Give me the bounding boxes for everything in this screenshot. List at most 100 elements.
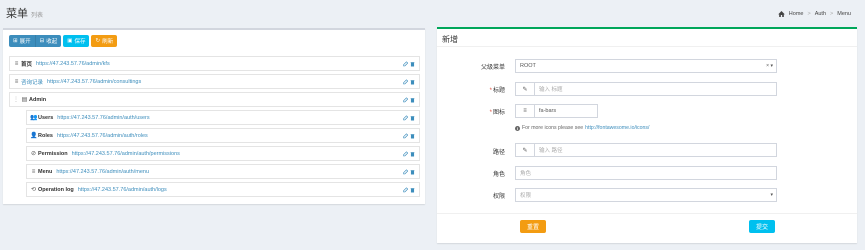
trash-icon[interactable]	[410, 133, 415, 139]
path-label: 路径	[492, 150, 505, 156]
path-placeholder: 输入 路径	[539, 148, 563, 154]
tree-item-uri[interactable]: https://47.243.57.76/admin/kfs	[36, 61, 110, 67]
users-icon: 👥	[30, 115, 38, 121]
save-label: 保存	[74, 39, 86, 45]
edit-icon[interactable]	[403, 79, 408, 85]
save-button[interactable]: ▣ 保存	[63, 35, 90, 47]
page-title-text: 菜单	[6, 8, 28, 20]
tree-item-roles[interactable]: 👤 Roles https://47.243.57.76/admin/auth/…	[26, 128, 420, 143]
bars-icon: ≡	[31, 168, 36, 175]
permission-label: 权限	[492, 194, 505, 200]
title-label-text: 标题	[492, 88, 505, 94]
tree-item-actions	[403, 151, 415, 157]
drag-handle-icon[interactable]: ⋮	[13, 96, 19, 103]
tree-item-actions	[403, 115, 415, 121]
tree-item-uri[interactable]: https://47.243.57.76/admin/auth/roles	[57, 133, 148, 139]
edit-icon[interactable]	[403, 133, 408, 139]
bars-icon: ≡	[14, 60, 19, 67]
path-input[interactable]: ✎ 输入 路径	[515, 143, 777, 157]
title-placeholder: 输入 标题	[539, 87, 563, 93]
parent-select-value: ROOT	[520, 63, 536, 69]
tree-item-menu[interactable]: ≡ Menu https://47.243.57.76/admin/auth/m…	[26, 164, 420, 179]
refresh-icon: ↻	[95, 38, 101, 44]
icon-input[interactable]: ≡ fa-bars	[515, 104, 598, 118]
breadcrumb-menu: Menu	[837, 11, 851, 17]
trash-icon[interactable]	[410, 169, 415, 175]
trash-icon[interactable]	[410, 61, 415, 67]
tree-item-admin[interactable]: ⋮ ▤ Admin	[9, 92, 420, 107]
expand-collapse-group: ⊞ 展开 ⊟ 收起	[9, 35, 62, 47]
help-text: For more icons please see	[522, 125, 584, 131]
required-mark: *	[489, 88, 492, 94]
tree-item-uri[interactable]: https://47.243.57.76/admin/consultings	[47, 79, 141, 85]
clear-caret-icon[interactable]: × ▾	[766, 63, 773, 69]
edit-icon[interactable]	[403, 151, 408, 157]
history-icon: ⟲	[30, 187, 37, 193]
edit-icon[interactable]	[403, 61, 408, 67]
tree-item-actions	[403, 169, 415, 175]
expand-label: 展开	[19, 39, 31, 45]
title-input[interactable]: ✎ 输入 标题	[515, 82, 777, 96]
trash-icon[interactable]	[410, 187, 415, 193]
breadcrumb-home[interactable]: Home	[789, 11, 804, 17]
expand-button[interactable]: ⊞ 展开	[9, 35, 35, 47]
tree-item-operation-log[interactable]: ⟲ Operation log https://47.243.57.76/adm…	[26, 182, 420, 197]
refresh-label: 刷新	[102, 39, 114, 45]
info-circle-icon	[515, 125, 520, 131]
menu-tree: ≡ 首页 https://47.243.57.76/admin/kfs ≡ 咨询…	[9, 56, 420, 200]
tree-item-consultings[interactable]: ≡ 咨询记录 https://47.243.57.76/admin/consul…	[9, 74, 420, 89]
pencil-icon: ✎	[516, 144, 535, 156]
tree-item-title: Permission	[38, 150, 68, 157]
tree-item-uri[interactable]: https://47.243.57.76/admin/auth/logs	[78, 187, 167, 193]
tree-item-title: 咨询记录	[21, 79, 44, 86]
collapse-button[interactable]: ⊟ 收起	[34, 35, 62, 47]
tree-item-uri[interactable]: https://47.243.57.76/admin/auth/menu	[56, 169, 149, 175]
minus-square-icon: ⊟	[39, 38, 45, 44]
edit-icon[interactable]	[403, 187, 408, 193]
content-header: 菜单 列表 Home > Auth > Menu	[0, 0, 865, 26]
icon-help: For more icons please see http://fontawe…	[515, 125, 649, 131]
trash-icon[interactable]	[410, 97, 415, 103]
edit-icon[interactable]	[403, 169, 408, 175]
parent-select[interactable]: ROOT × ▾	[515, 59, 777, 73]
tree-item-title: 首页	[21, 61, 33, 68]
breadcrumb: Home > Auth > Menu	[777, 11, 851, 17]
icon-value: fa-bars	[539, 108, 557, 114]
title-label: *标题	[445, 85, 505, 94]
role-select[interactable]: 角色	[515, 166, 777, 180]
tree-item-uri[interactable]: https://47.243.57.76/admin/auth/permissi…	[72, 151, 180, 157]
collapse-label: 收起	[46, 39, 58, 45]
role-label: 角色	[492, 172, 505, 178]
tree-item-home[interactable]: ≡ 首页 https://47.243.57.76/admin/kfs	[9, 56, 420, 71]
trash-icon[interactable]	[410, 79, 415, 85]
trash-icon[interactable]	[410, 151, 415, 157]
ban-icon: ⊘	[30, 151, 37, 157]
tree-toolbar: ⊞ 展开 ⊟ 收起 ▣ 保存 ↻ 刷新	[9, 35, 118, 47]
reset-button[interactable]: 重置	[520, 220, 546, 233]
icon-label: *图标	[445, 107, 505, 116]
parent-label: 父级菜单	[480, 65, 505, 71]
fontawesome-link[interactable]: http://fontawesome.io/icons/	[585, 125, 649, 131]
user-icon: 👤	[30, 133, 38, 139]
plus-square-icon: ⊞	[13, 38, 18, 44]
breadcrumb-separator: >	[830, 11, 834, 17]
permission-select[interactable]: 权限 ▾	[515, 188, 777, 202]
permission-placeholder: 权限	[520, 193, 532, 199]
page-subtitle: 列表	[31, 13, 44, 19]
tree-item-actions	[403, 187, 415, 193]
home-icon	[777, 11, 785, 17]
required-mark: *	[489, 110, 492, 116]
tree-item-actions	[403, 79, 415, 85]
trash-icon[interactable]	[410, 115, 415, 121]
refresh-button[interactable]: ↻ 刷新	[91, 35, 118, 47]
edit-icon[interactable]	[403, 115, 408, 121]
breadcrumb-auth[interactable]: Auth	[815, 11, 826, 17]
tree-item-permission[interactable]: ⊘ Permission https://47.243.57.76/admin/…	[26, 146, 420, 161]
tree-item-uri[interactable]: https://47.243.57.76/admin/auth/users	[57, 115, 149, 121]
tree-item-users[interactable]: 👥 Users https://47.243.57.76/admin/auth/…	[26, 110, 420, 125]
submit-button[interactable]: 提交	[749, 220, 775, 233]
caret-down-icon: ▾	[770, 192, 773, 198]
tree-item-actions	[403, 61, 415, 67]
tree-item-title: Admin	[29, 96, 47, 103]
edit-icon[interactable]	[403, 97, 408, 103]
